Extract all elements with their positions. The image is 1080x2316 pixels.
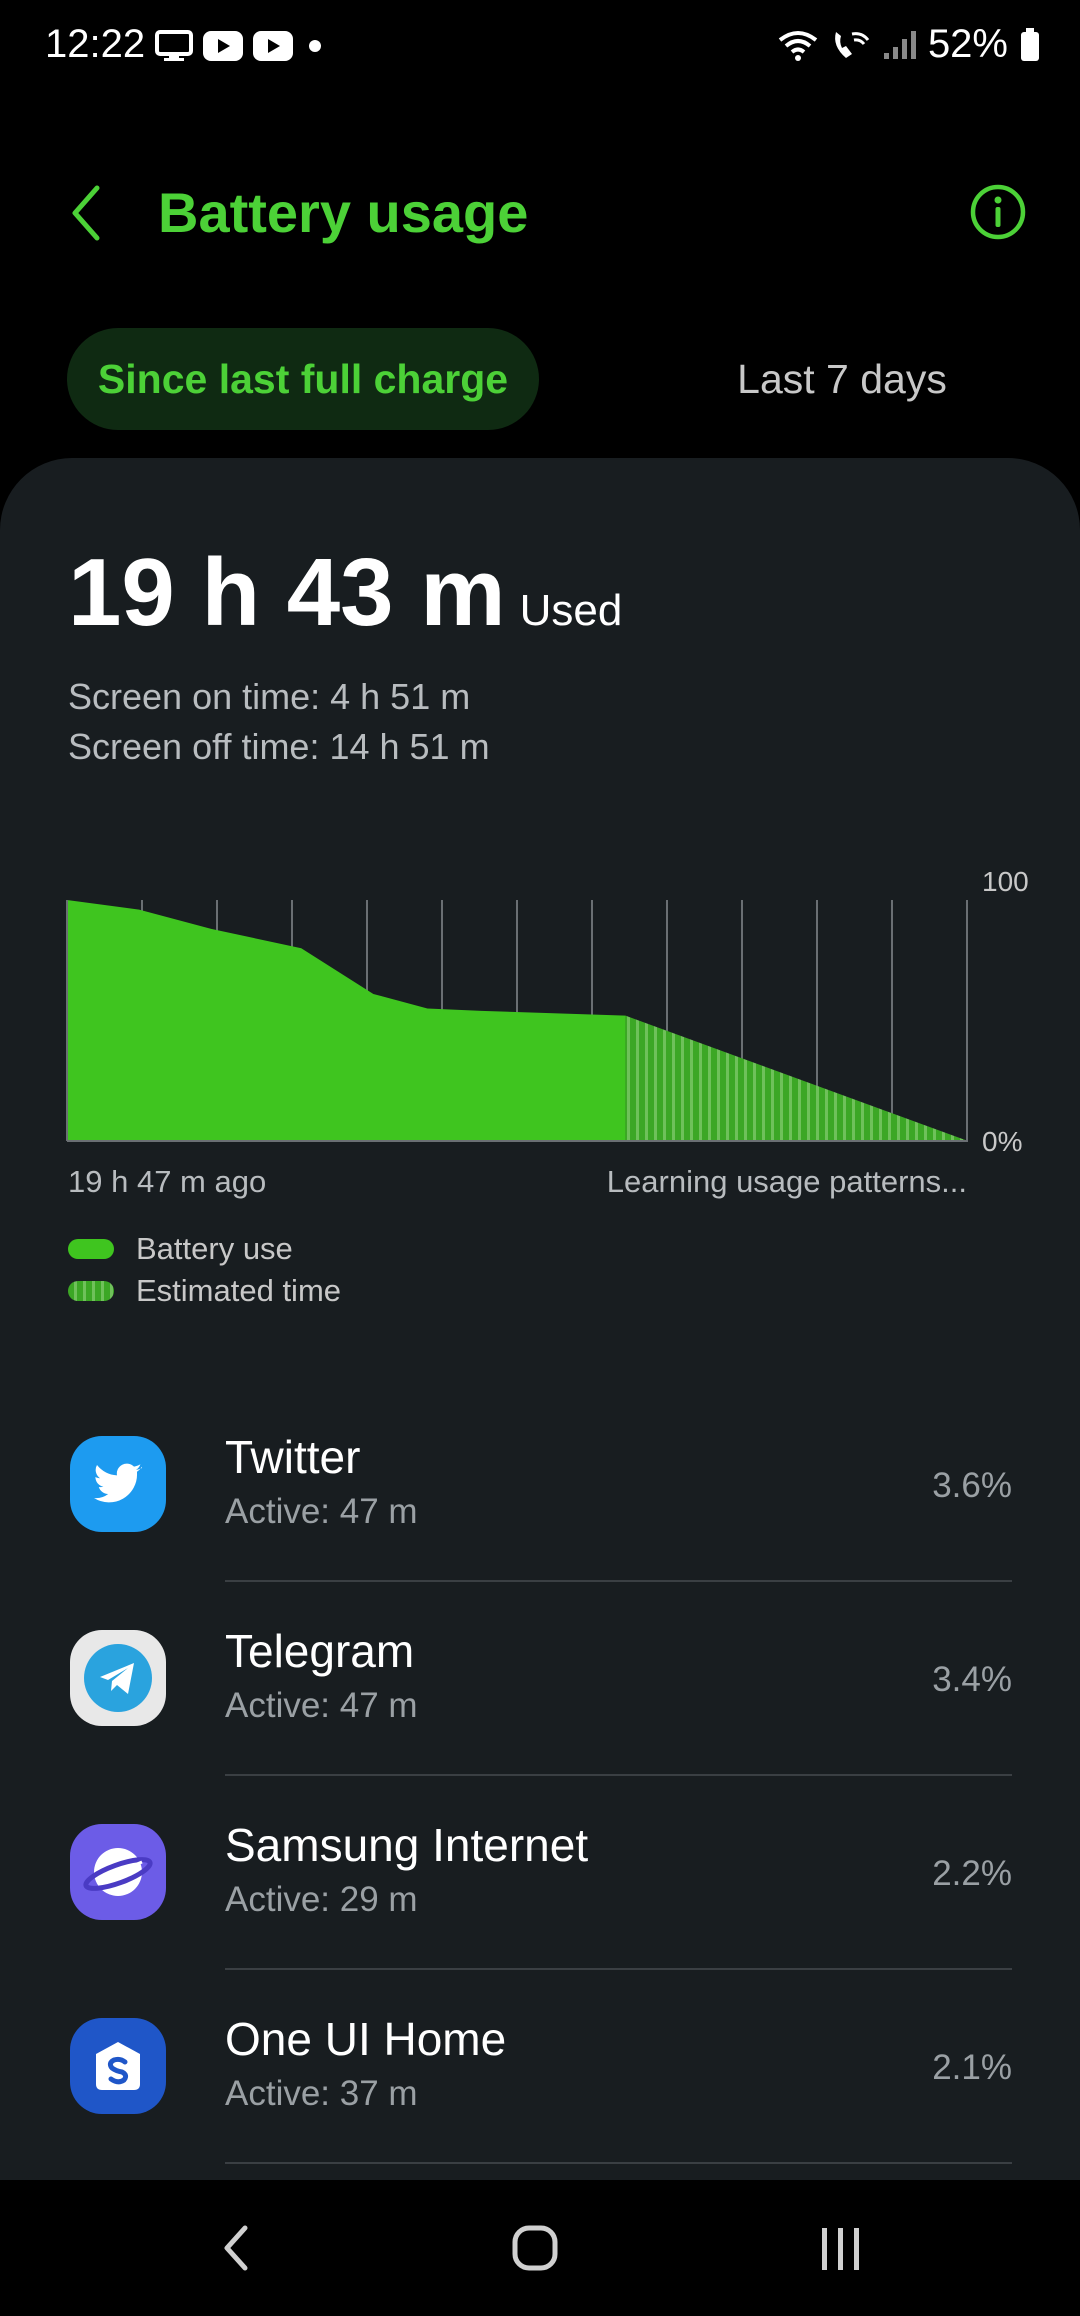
tab-last-7-days[interactable]: Last 7 days [627, 328, 1057, 430]
status-system-icons: 52% [778, 22, 1040, 67]
app-active-time: Active: 37 m [225, 2074, 418, 2113]
app-name: One UI Home [225, 2013, 507, 2065]
app-row-one-ui-home[interactable]: One UI Home Active: 37 m 2.1% [0, 1970, 1080, 2164]
battery-icon [1021, 27, 1039, 61]
legend-estimated-time: Estimated time [68, 1270, 341, 1312]
navigation-bar [0, 2180, 1080, 2316]
legend-swatch-striped [68, 1281, 114, 1301]
youtube-icon [203, 31, 243, 61]
signal-icon [883, 30, 916, 59]
wifi-icon [778, 30, 818, 61]
nav-recents-button[interactable] [780, 2180, 900, 2316]
back-icon [224, 2225, 248, 2271]
one-ui-home-icon [70, 2018, 166, 2114]
info-icon [970, 184, 1026, 240]
legend-label: Battery use [136, 1231, 293, 1266]
app-row-twitter[interactable]: Twitter Active: 47 m 3.6% [0, 1388, 1080, 1582]
usage-summary: 19 h 43 m Used [68, 538, 622, 648]
youtube-icon [253, 31, 293, 61]
legend-swatch-solid [68, 1239, 114, 1259]
status-notification-icons [155, 30, 327, 62]
battery-use-area [67, 900, 626, 1141]
screen-off-time: Screen off time: 14 h 51 m [68, 726, 490, 767]
twitter-icon [70, 1436, 166, 1532]
battery-percent: 52% [927, 22, 1008, 66]
app-active-time: Active: 29 m [225, 1880, 418, 1919]
legend-label: Estimated time [136, 1273, 342, 1308]
app-percent: 3.4% [932, 1660, 1012, 1699]
estimated-time-area [625, 1015, 968, 1141]
samsung-internet-icon [70, 1824, 166, 1920]
app-percent: 2.2% [932, 1854, 1012, 1893]
nav-back-button[interactable] [175, 2180, 295, 2316]
battery-usage-card: 19 h 43 m Used Screen on time: 4 h 51 m … [0, 458, 1080, 2180]
app-active-time: Active: 47 m [225, 1686, 418, 1725]
wifi-call-icon [835, 31, 870, 58]
app-usage-list: Twitter Active: 47 m 3.6% Telegram Activ… [0, 1388, 1080, 2164]
legend-battery-use: Battery use [68, 1228, 341, 1270]
app-name: Twitter [225, 1431, 361, 1483]
x-axis-start-label: 19 h 47 m ago [68, 1164, 267, 1199]
app-percent: 3.6% [932, 1466, 1012, 1505]
divider [225, 2162, 1012, 2164]
app-active-time: Active: 47 m [225, 1492, 418, 1531]
battery-chart-svg [66, 900, 968, 1142]
dot-icon [309, 40, 321, 52]
used-label: Used [519, 586, 623, 635]
telegram-icon [70, 1630, 166, 1726]
app-name: Samsung Internet [225, 1819, 589, 1871]
status-bar: 12:22 52% [0, 0, 1080, 96]
page-title: Battery usage [158, 181, 529, 244]
info-button[interactable] [968, 182, 1028, 242]
app-row-samsung-internet[interactable]: Samsung Internet Active: 29 m 2.2% [0, 1776, 1080, 1970]
screen-on-time: Screen on time: 4 h 51 m [68, 676, 471, 717]
recents-icon [822, 2228, 859, 2270]
tab-since-last-full-charge[interactable]: Since last full charge [67, 328, 539, 430]
status-time: 12:22 [45, 22, 146, 66]
back-button[interactable] [55, 178, 125, 248]
chart-legend: Battery use Estimated time [68, 1228, 341, 1312]
app-header: Battery usage [0, 150, 1080, 270]
home-icon [512, 2225, 558, 2271]
x-axis-end-label: Learning usage patterns... [606, 1164, 967, 1199]
battery-chart: 100 0% 19 h 47 m ago Learning usage patt… [0, 858, 1080, 1278]
period-tabs: Since last full charge Last 7 days [67, 328, 1017, 430]
nav-home-button[interactable] [475, 2180, 595, 2316]
app-row-telegram[interactable]: Telegram Active: 47 m 3.4% [0, 1582, 1080, 1776]
y-axis-bottom-label: 0% [982, 1126, 1023, 1157]
y-axis-top-label: 100 [982, 866, 1029, 897]
app-percent: 2.1% [932, 2048, 1012, 2087]
chevron-left-icon [72, 185, 100, 241]
app-name: Telegram [225, 1625, 415, 1677]
monitor-icon [155, 30, 193, 61]
used-time: 19 h 43 m [68, 539, 506, 646]
